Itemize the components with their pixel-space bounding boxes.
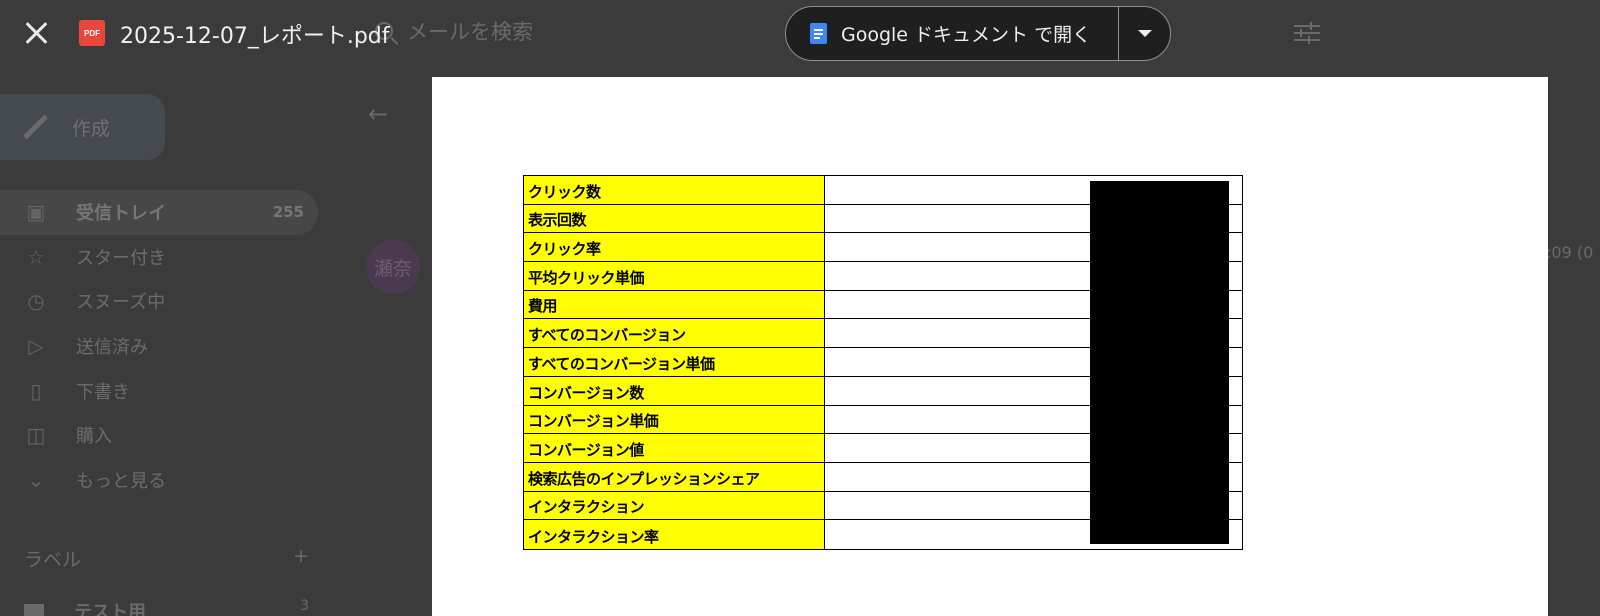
google-docs-icon [810,23,827,44]
open-with-google-docs-button[interactable]: Google ドキュメント で開く [786,7,1119,60]
sidebar-item-purchases: ◫ 購入 [0,413,318,458]
search-bar: メールを検索 [375,16,533,46]
sidebar-item-label: スター付き [76,247,166,269]
file-icon: ▯ [30,378,42,403]
pdf-file-icon: PDF [79,20,105,46]
sidebar-item-sent: ▷ 送信済み [0,324,318,369]
metric-label: コンバージョン単価 [524,405,825,434]
sidebar-item-label: 受信トレイ [76,203,166,225]
bag-icon: ◫ [26,423,46,448]
metric-label: インタラクション [524,491,825,520]
inbox-icon: ▣ [26,200,46,225]
metric-label: 検索広告のインプレッションシェア [524,462,825,491]
unread-count: 255 [272,203,304,222]
open-with-label: Google ドキュメント で開く [841,24,1092,46]
star-icon: ☆ [27,244,45,269]
sidebar-item-snoozed: ◷ スヌーズ中 [0,279,318,324]
pencil-icon [22,114,48,140]
labels-title: ラベル [24,549,82,571]
close-viewer-button[interactable] [24,21,48,45]
file-name: 2025-12-07_レポート.pdf [120,24,390,49]
pdf-page: クリック数 表示回数 クリック率 平均クリック単価 費用 すべてのコンバージョン すべてのコ… [432,77,1548,616]
sidebar-item-label: 下書き [76,381,130,403]
caret-down-icon [1137,30,1152,37]
label-tag-icon [24,604,44,616]
label-count: 3 [300,598,309,614]
metric-label: クリック数 [524,176,825,204]
open-with-dropdown-button[interactable] [1119,30,1170,37]
sidebar-item-more: ⌄ もっと見る [0,458,318,503]
add-label-icon: + [293,545,309,567]
open-with-control: Google ドキュメント で開く [785,6,1171,61]
sidebar-item-inbox: ▣ 受信トレイ 255 [0,190,318,235]
sidebar-item-label: もっと見る [76,470,166,492]
sidebar-item-label: 購入 [76,426,112,448]
metric-label: コンバージョン値 [524,434,825,462]
chevron-down-icon: ⌄ [27,467,45,492]
sidebar-item-starred: ☆ スター付き [0,235,318,280]
redacted-area [1090,181,1229,544]
compose-button: 作成 [0,94,165,160]
metric-label: コンバージョン数 [524,376,825,405]
sidebar-nav: ▣ 受信トレイ 255 ☆ スター付き ◷ スヌーズ中 ▷ 送信済み ▯ 下書き… [0,190,318,502]
metric-label: 表示回数 [524,204,825,233]
label-item: テスト用 3 [24,598,309,616]
back-arrow-icon: ← [368,100,389,128]
compose-label: 作成 [72,117,111,140]
search-placeholder: メールを検索 [407,20,533,44]
email-time: :09 (0 [1546,243,1594,262]
metric-label: 費用 [524,290,825,319]
labels-heading: ラベル + [24,545,309,572]
label-name: テスト用 [74,602,146,616]
metric-label: インタラクション率 [524,520,825,549]
filter-options-icon [1294,22,1320,44]
clock-icon: ◷ [27,289,45,314]
metric-label: 平均クリック単価 [524,262,825,290]
metric-label: すべてのコンバージョン単価 [524,348,825,376]
sidebar-item-label: 送信済み [76,337,148,359]
send-icon: ▷ [28,334,44,359]
sidebar-item-drafts: ▯ 下書き [0,368,318,413]
metric-label: すべてのコンバージョン [524,319,825,348]
sidebar-item-label: スヌーズ中 [76,292,166,314]
avatar: 瀬奈 [366,240,420,294]
metric-label: クリック率 [524,233,825,262]
